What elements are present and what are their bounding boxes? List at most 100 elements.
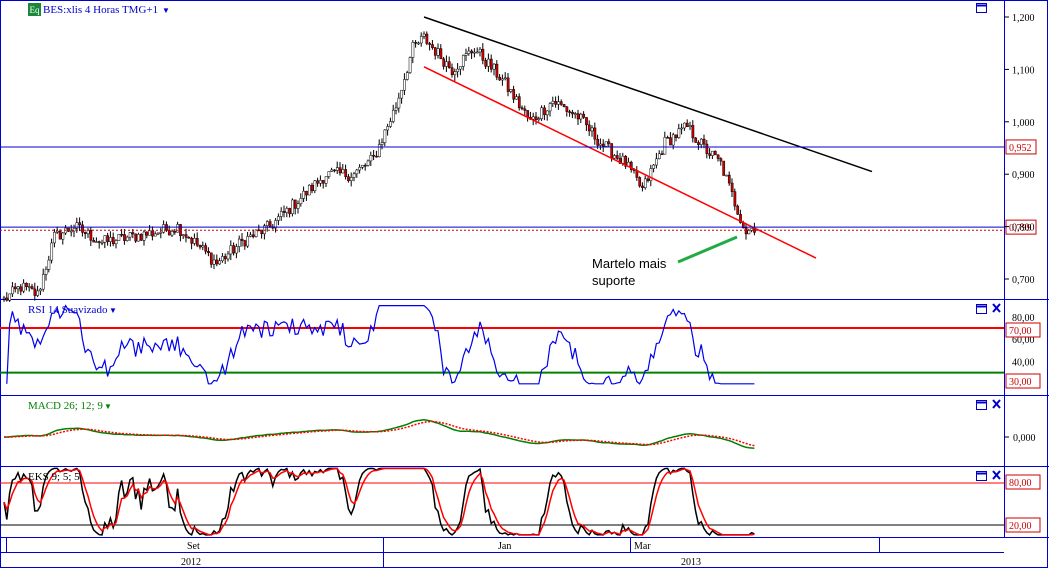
candle-body (226, 253, 230, 260)
candle-body (69, 230, 73, 233)
candle-body (638, 177, 642, 187)
candle-body (58, 230, 62, 240)
candle-body (321, 180, 325, 184)
candle-body (571, 111, 574, 115)
candle-body (268, 221, 272, 227)
candle-body (389, 121, 392, 127)
candle-body (512, 89, 516, 100)
candle-body (660, 153, 664, 156)
candle-body (366, 160, 370, 166)
candle-body (8, 293, 12, 301)
candle-body (162, 224, 166, 233)
candle-body (590, 127, 594, 132)
candle-body (557, 101, 560, 105)
candle-body (344, 169, 348, 177)
candle-body (221, 256, 224, 262)
candle-body (296, 203, 300, 209)
main-title-dropdown-icon[interactable]: ▼ (162, 6, 170, 15)
candle-body (16, 286, 20, 290)
candle-body (461, 55, 465, 67)
main-title[interactable]: BES:xlis 4 Horas TMG+1 (43, 4, 158, 16)
candle-body (531, 116, 535, 120)
candle-body (394, 107, 398, 111)
candle-body (383, 129, 387, 143)
candle-body (641, 185, 644, 188)
candle-body (212, 259, 216, 265)
candle-body (249, 234, 252, 237)
candle-body (615, 155, 619, 159)
candle-body (232, 245, 236, 254)
macd-title-dropdown-icon[interactable]: ▼ (104, 402, 112, 411)
candle-body (730, 182, 734, 192)
candle-body (601, 143, 605, 147)
level-label: 0,952 (1009, 143, 1032, 154)
candle-body (235, 246, 238, 254)
candle-body (419, 36, 423, 44)
candle-body (484, 60, 488, 67)
candle-body (697, 142, 700, 145)
candle-body (39, 288, 42, 292)
candle-body (559, 101, 563, 105)
candle-body (677, 128, 681, 138)
candle-body (176, 224, 180, 233)
rsi-low-label: 30,00 (1009, 377, 1032, 388)
candle-body (487, 58, 490, 67)
candle-body (417, 42, 420, 45)
candle-body (50, 242, 54, 261)
stoch-low-label: 20,00 (1009, 521, 1032, 532)
candle-body (489, 58, 493, 70)
candle-body (134, 233, 138, 242)
rsi-axis: 80,0060,0040,00 (1012, 313, 1035, 369)
candle-body (293, 199, 297, 209)
candle-body (408, 57, 412, 73)
stoch-title[interactable]: EKS 9; 5; 5 (28, 471, 80, 483)
candle-body (254, 229, 258, 237)
rsi-title[interactable]: RSI 14 Suavizado (28, 304, 108, 316)
chart-window: 0,952 0,799 Martelo mais suporte Eq BES:x… (0, 0, 1049, 569)
candle-body (545, 110, 549, 116)
candle-body (666, 137, 670, 139)
candle-body (414, 42, 418, 44)
candle-body (137, 234, 140, 242)
candle-body (599, 143, 602, 146)
candle-body (333, 169, 336, 172)
candle-body (145, 231, 149, 236)
candle-body (78, 222, 82, 226)
candle-body (25, 282, 28, 288)
candle-body (335, 167, 339, 171)
candle-body (151, 230, 154, 237)
candle-body (207, 251, 210, 254)
candle-body (349, 177, 353, 181)
candle-body (579, 113, 583, 120)
candle-body (655, 158, 658, 166)
candle-body (229, 245, 233, 255)
candle-body (411, 42, 415, 58)
macd-title[interactable]: MACD 26; 12; 9 (28, 400, 103, 412)
candle-body (299, 198, 303, 205)
candle-body (652, 164, 656, 169)
candle-body (190, 237, 194, 244)
candle-body (439, 48, 443, 60)
candle-body (257, 229, 261, 232)
candle-body (643, 178, 647, 188)
price-axis-label: 1,200 (1012, 13, 1035, 24)
candle-body (218, 260, 222, 265)
candle-body (128, 232, 132, 238)
candle-body (120, 234, 124, 236)
candle-body (114, 240, 118, 245)
rsi-title-dropdown-icon[interactable]: ▼ (109, 306, 117, 315)
candle-body (534, 116, 538, 120)
candle-body (596, 138, 600, 146)
candle-body (543, 107, 546, 116)
candle-body (279, 211, 283, 217)
candle-body (380, 142, 384, 145)
candle-body (436, 48, 440, 56)
candle-body (568, 111, 572, 113)
candle-body (377, 144, 381, 158)
candle-body (61, 232, 65, 240)
candle-body (464, 53, 468, 56)
candle-body (153, 233, 157, 237)
candle-body (181, 234, 185, 236)
candle-body (30, 286, 34, 290)
candle-body (156, 232, 160, 235)
